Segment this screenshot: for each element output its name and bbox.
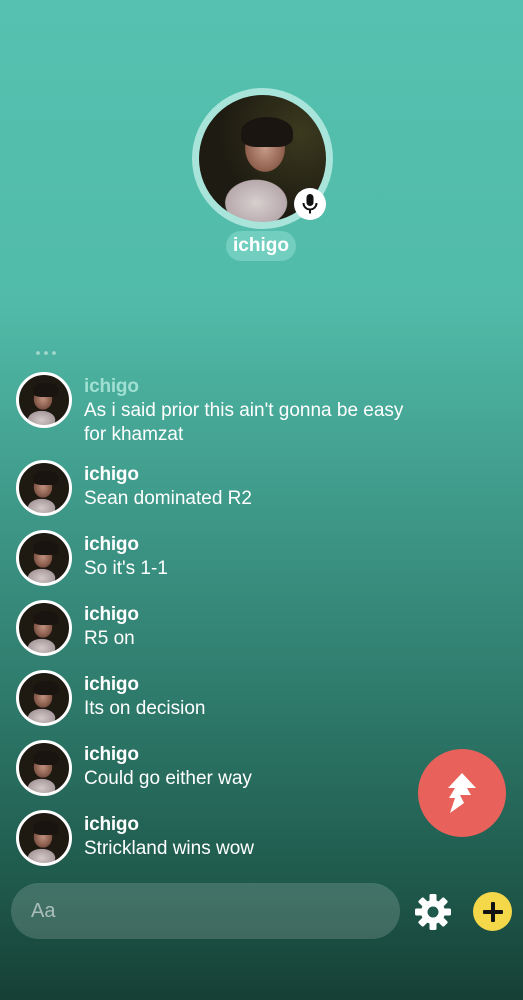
message-author: ichigo (84, 674, 139, 695)
message-author: ichigo (84, 814, 139, 835)
avatar[interactable] (16, 460, 72, 516)
message-item: ichigo Sean dominated R2 (16, 460, 436, 530)
gear-icon (415, 894, 451, 930)
message-text: Sean dominated R2 (84, 488, 252, 509)
message-item: ichigo R5 on (16, 600, 436, 670)
message-text: Its on decision (84, 698, 206, 719)
message-author: ichigo (84, 464, 139, 485)
message-item: ichigo As i said prior this ain't gonna … (16, 372, 436, 460)
message-text: As i said prior this ain't gonna be easy… (84, 400, 404, 445)
avatar[interactable] (16, 740, 72, 796)
avatar[interactable] (16, 670, 72, 726)
plus-icon (482, 901, 503, 922)
message-author: ichigo (84, 534, 139, 555)
host-avatar[interactable] (192, 88, 333, 229)
message-item: ichigo Could go either way (16, 740, 436, 810)
message-item: ichigo So it's 1-1 (16, 530, 436, 600)
settings-button[interactable] (414, 893, 452, 931)
message-input[interactable] (11, 883, 400, 939)
message-item: ichigo Its on decision (16, 670, 436, 740)
message-text: Could go either way (84, 768, 252, 789)
microphone-icon (294, 188, 326, 220)
message-composer[interactable] (11, 883, 400, 939)
message-text: So it's 1-1 (84, 558, 168, 579)
lightning-share-icon (448, 773, 476, 813)
message-text: Strickland wins wow (84, 838, 254, 859)
message-author: ichigo (84, 604, 139, 625)
add-button[interactable] (473, 892, 512, 931)
message-list: ichigo As i said prior this ain't gonna … (16, 372, 436, 880)
avatar[interactable] (16, 372, 72, 428)
avatar[interactable] (16, 600, 72, 656)
host-name: ichigo (226, 231, 296, 261)
message-author: ichigo (84, 376, 139, 397)
message-text: R5 on (84, 628, 135, 649)
avatar[interactable] (16, 810, 72, 866)
avatar[interactable] (16, 530, 72, 586)
share-fab-button[interactable] (418, 749, 506, 837)
message-item: ichigo Strickland wins wow (16, 810, 436, 880)
typing-dots (34, 349, 58, 357)
message-author: ichigo (84, 744, 139, 765)
